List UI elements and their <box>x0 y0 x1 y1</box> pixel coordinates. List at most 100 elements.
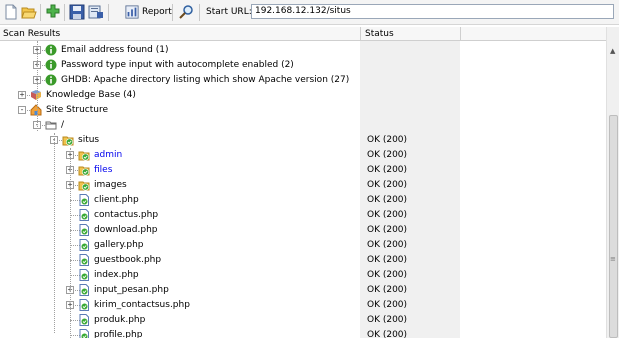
knowledge-base-icon <box>30 89 42 101</box>
add-plugin-icon[interactable] <box>45 4 61 20</box>
tree-row[interactable]: profile.php OK (200) <box>0 328 606 338</box>
status-cell: OK (200) <box>367 150 408 160</box>
tree-item-label[interactable]: client.php <box>94 193 139 208</box>
file-ok-icon <box>78 224 90 236</box>
tree-row[interactable]: + Email address found (1) <box>0 43 606 58</box>
toolbar-separator <box>108 4 109 21</box>
status-cell: OK (200) <box>367 315 408 325</box>
file-ok-icon <box>78 209 90 221</box>
tree-row[interactable]: client.php OK (200) <box>0 193 606 208</box>
tree-row[interactable]: + input_pesan.php OK (200) <box>0 283 606 298</box>
search-icon[interactable] <box>178 4 194 20</box>
tree-item-label[interactable]: Knowledge Base (4) <box>46 88 136 103</box>
toolbar-separator <box>172 4 173 21</box>
tree-item-label[interactable]: admin <box>94 148 122 163</box>
tree-row[interactable]: gallery.php OK (200) <box>0 238 606 253</box>
tree-item-label[interactable]: GHDB: Apache directory listing which sho… <box>61 73 349 88</box>
status-cell: OK (200) <box>367 165 408 175</box>
status-cell: OK (200) <box>367 225 408 235</box>
tree-row[interactable]: - / <box>0 118 606 133</box>
tree-row[interactable]: + admin OK (200) <box>0 148 606 163</box>
tree-row[interactable]: + kirim_contactsus.php OK (200) <box>0 298 606 313</box>
status-cell: OK (200) <box>367 135 408 145</box>
tree-item-label[interactable]: Site Structure <box>46 103 108 118</box>
tree-item-label[interactable]: index.php <box>94 268 139 283</box>
tree-row[interactable]: + Knowledge Base (4) <box>0 88 606 103</box>
tree-item-label[interactable]: kirim_contactsus.php <box>94 298 190 313</box>
toolbar-separator <box>64 4 65 21</box>
tree-item-label[interactable]: guestbook.php <box>94 253 161 268</box>
file-ok-icon <box>78 254 90 266</box>
open-folder-icon[interactable] <box>21 4 37 20</box>
tree-row[interactable]: - Site Structure <box>0 103 606 118</box>
status-cell: OK (200) <box>367 285 408 295</box>
column-divider[interactable] <box>360 27 361 40</box>
status-cell: OK (200) <box>367 210 408 220</box>
scrollbar-grip-icon: ≡ <box>610 255 616 263</box>
file-ok-icon <box>78 284 90 296</box>
tree-item-label[interactable]: images <box>94 178 127 193</box>
results-header: Scan Results Status <box>0 27 606 41</box>
status-cell: OK (200) <box>367 330 408 338</box>
tree-row[interactable]: + Password type input with autocomplete e… <box>0 58 606 73</box>
info-icon <box>45 59 57 71</box>
start-url-label: Start URL: <box>206 7 252 17</box>
column-header-status[interactable]: Status <box>365 29 394 39</box>
status-cell: OK (200) <box>367 195 408 205</box>
info-icon <box>45 74 57 86</box>
toolbar-separator <box>199 4 200 21</box>
file-ok-icon <box>78 314 90 326</box>
tree-item-label[interactable]: produk.php <box>94 313 145 328</box>
site-structure-icon <box>30 104 42 116</box>
tree-guide-line <box>37 41 38 131</box>
collapse-icon[interactable]: - <box>18 106 26 114</box>
tree-row[interactable]: download.php OK (200) <box>0 223 606 238</box>
tree-row[interactable]: index.php OK (200) <box>0 268 606 283</box>
scan-results-tree: + Email address found (1) + Password type i… <box>0 41 606 338</box>
tree-row[interactable]: + GHDB: Apache directory listing which sh… <box>0 73 606 88</box>
file-ok-icon <box>78 299 90 311</box>
status-cell: OK (200) <box>367 255 408 265</box>
status-cell: OK (200) <box>367 300 408 310</box>
file-ok-icon <box>78 329 90 338</box>
folder-ok-icon <box>78 149 90 161</box>
tree-row[interactable]: produk.php OK (200) <box>0 313 606 328</box>
tree-row[interactable]: - situs OK (200) <box>0 133 606 148</box>
info-icon <box>45 44 57 56</box>
file-ok-icon <box>78 239 90 251</box>
folder-ok-icon <box>62 134 74 146</box>
scroll-up-arrow-icon[interactable]: ▲ <box>610 47 615 55</box>
vertical-scrollbar[interactable]: ▲ ≡ <box>606 27 619 338</box>
tree-row[interactable]: guestbook.php OK (200) <box>0 253 606 268</box>
column-divider[interactable] <box>460 27 461 40</box>
report-icon <box>125 5 139 19</box>
tree-item-label[interactable]: download.php <box>94 223 158 238</box>
expand-icon[interactable]: + <box>18 91 26 99</box>
tree-item-label[interactable]: gallery.php <box>94 238 144 253</box>
status-cell: OK (200) <box>367 270 408 280</box>
report-button[interactable]: Report <box>125 4 172 20</box>
tree-item-label[interactable]: Email address found (1) <box>61 43 168 58</box>
tree-row[interactable]: + images OK (200) <box>0 178 606 193</box>
folder-ok-icon <box>78 164 90 176</box>
column-header-scan-results[interactable]: Scan Results <box>3 29 60 39</box>
tree-item-label[interactable]: files <box>94 163 112 178</box>
tree-row[interactable]: + files OK (200) <box>0 163 606 178</box>
tree-item-label[interactable]: situs <box>78 133 99 148</box>
save-icon[interactable] <box>69 4 85 20</box>
folder-ok-icon <box>78 179 90 191</box>
report-label: Report <box>142 7 172 17</box>
tree-item-label[interactable]: Password type input with autocomplete en… <box>61 58 294 73</box>
tree-guide-line <box>70 148 71 338</box>
new-document-icon[interactable] <box>3 4 19 20</box>
status-cell: OK (200) <box>367 180 408 190</box>
tree-item-label[interactable]: / <box>61 118 64 133</box>
tree-row[interactable]: contactus.php OK (200) <box>0 208 606 223</box>
tree-item-label[interactable]: profile.php <box>94 328 142 338</box>
scrollbar-thumb[interactable] <box>609 115 618 338</box>
export-icon[interactable] <box>88 4 104 20</box>
tree-item-label[interactable]: contactus.php <box>94 208 158 223</box>
tree-item-label[interactable]: input_pesan.php <box>94 283 169 298</box>
start-url-input[interactable]: 192.168.12.132/situs <box>251 4 614 19</box>
toolbar: Report Start URL: 192.168.12.132/situs <box>0 0 619 25</box>
